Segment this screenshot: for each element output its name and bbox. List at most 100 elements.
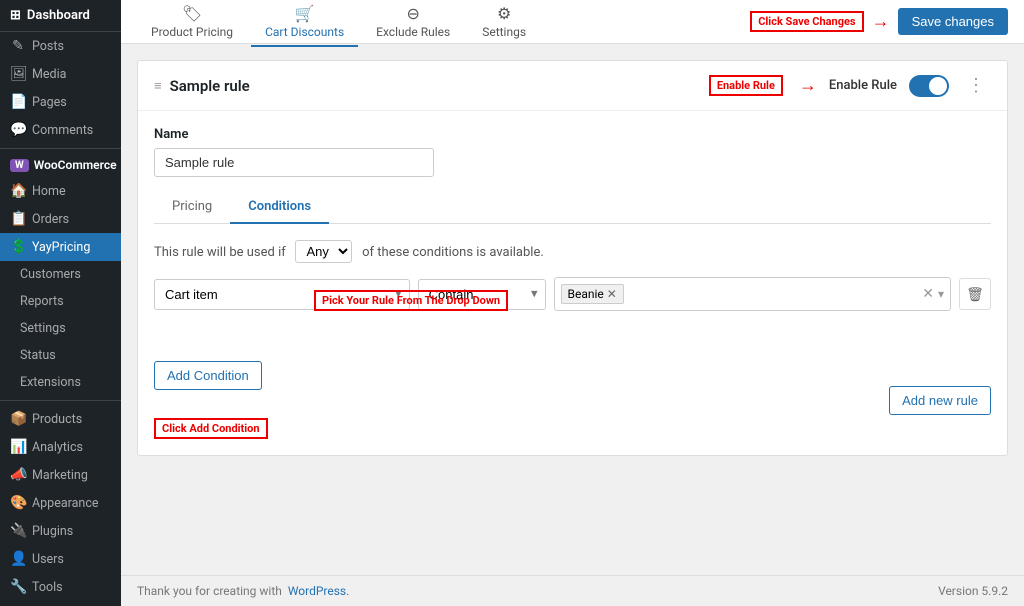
tab-conditions[interactable]: Conditions <box>230 191 329 224</box>
sidebar-item-plugins[interactable]: 🔌 Plugins <box>0 517 121 545</box>
woo-badge: W <box>10 159 29 172</box>
tag-remove-icon[interactable]: ✕ <box>607 287 617 301</box>
version-label: Version 5.9.2 <box>938 584 1008 598</box>
tag-clear-icon[interactable]: ✕ <box>922 286 934 302</box>
name-label: Name <box>154 127 991 142</box>
sidebar-item-label: Analytics <box>32 440 83 455</box>
sidebar-item-settings[interactable]: ⚙ Settings <box>0 601 121 606</box>
add-condition-button[interactable]: Add Condition <box>154 361 262 390</box>
sidebar-item-products[interactable]: 📦 Products <box>0 405 121 433</box>
sidebar-item-label: Settings <box>20 321 66 336</box>
tab-label: Settings <box>482 25 526 39</box>
top-navigation: 🏷 Product Pricing 🛒 Cart Discounts ⊖ Exc… <box>121 0 1024 44</box>
woocommerce-brand[interactable]: W WooCommerce <box>0 153 121 177</box>
rule-card-header: ≡ Sample rule Enable Rule → Enable Rule … <box>138 61 1007 111</box>
marketing-icon: 📣 <box>10 467 26 483</box>
tab-pricing[interactable]: Pricing <box>154 191 230 224</box>
add-condition-annotation: Click Add Condition <box>154 418 268 439</box>
wordpress-link[interactable]: WordPress <box>288 584 346 598</box>
condition-type-select[interactable]: Cart item <box>154 279 410 310</box>
sidebar-item-media[interactable]: 🖼 Media <box>0 60 121 88</box>
sidebar-item-users[interactable]: 👤 Users <box>0 545 121 573</box>
sidebar-item-label: Customers <box>20 267 81 282</box>
products-icon: 📦 <box>10 411 26 427</box>
enable-rule-label: Enable Rule <box>829 78 897 93</box>
content-area: ≡ Sample rule Enable Rule → Enable Rule … <box>121 44 1024 575</box>
comments-icon: 💬 <box>10 122 26 138</box>
inner-tabs: Pricing Conditions <box>154 191 991 224</box>
tab-product-pricing[interactable]: 🏷 Product Pricing <box>137 0 247 47</box>
sidebar-item-label: Reports <box>20 294 64 309</box>
sidebar-item-label: Home <box>32 184 66 199</box>
tab-cart-discounts[interactable]: 🛒 Cart Discounts <box>251 0 358 47</box>
sidebar-item-marketing[interactable]: 📣 Marketing <box>0 461 121 489</box>
tag-dropdown-icon[interactable]: ▾ <box>938 287 944 301</box>
tab-label: Cart Discounts <box>265 25 344 39</box>
trash-icon: 🗑 <box>966 286 984 303</box>
conditions-intro: This rule will be used if Any of these c… <box>154 240 991 263</box>
cart-discounts-icon: 🛒 <box>295 4 315 23</box>
sidebar-item-comments[interactable]: 💬 Comments <box>0 116 121 144</box>
sidebar-item-home[interactable]: 🏠 Home <box>0 177 121 205</box>
woocommerce-label: WooCommerce <box>34 158 117 172</box>
tab-settings[interactable]: ⚙ Settings <box>468 0 540 47</box>
more-options-icon[interactable]: ⋮ <box>961 73 991 98</box>
sidebar-item-label: Media <box>32 67 66 82</box>
condition-type-wrapper: Cart item <box>154 279 410 310</box>
yay-icon: 💲 <box>10 239 26 255</box>
sidebar-item-customers[interactable]: Customers <box>0 261 121 288</box>
sidebar-item-label: Products <box>32 412 82 427</box>
rule-card-body: Name Pricing Conditions This rule will b… <box>138 111 1007 455</box>
sidebar-item-settings-woo[interactable]: Settings <box>0 315 121 342</box>
sidebar-item-label: Extensions <box>20 375 81 390</box>
condition-operator-select[interactable]: Contain <box>418 279 546 310</box>
sidebar-item-label: Marketing <box>32 468 88 483</box>
condition-tag: Beanie ✕ <box>561 284 624 304</box>
sidebar-item-status[interactable]: Status <box>0 342 121 369</box>
rule-title: Sample rule <box>170 77 250 95</box>
settings-tab-icon: ⚙ <box>497 4 511 23</box>
sidebar-item-reports[interactable]: Reports <box>0 288 121 315</box>
enable-arrow: → <box>799 75 817 96</box>
sidebar-item-analytics[interactable]: 📊 Analytics <box>0 433 121 461</box>
sidebar-item-tools[interactable]: 🔧 Tools <box>0 573 121 601</box>
sidebar-item-pages[interactable]: 📄 Pages <box>0 88 121 116</box>
conditions-footer: Add Condition Click Add Condition Add ne… <box>154 361 991 439</box>
sidebar-item-label: Orders <box>32 212 69 227</box>
sidebar-item-yaypricing[interactable]: 💲 YayPricing <box>0 233 121 261</box>
save-annotation-arrow: → <box>872 11 890 32</box>
any-select[interactable]: Any <box>295 240 352 263</box>
product-pricing-icon: 🏷 <box>182 4 202 23</box>
sidebar-item-label: Comments <box>32 123 93 138</box>
sidebar-logo[interactable]: ⊞ Dashboard <box>0 0 121 32</box>
posts-icon: ✎ <box>10 38 26 54</box>
condition-value-input[interactable]: Beanie ✕ ✕ ▾ <box>554 277 952 311</box>
drag-handle-icon[interactable]: ≡ <box>154 78 162 94</box>
footer-text: Thank you for creating with WordPress. <box>137 584 349 598</box>
delete-condition-button[interactable]: 🗑 <box>959 278 991 310</box>
sidebar-item-label: Users <box>32 552 64 567</box>
save-changes-button[interactable]: Save changes <box>898 8 1008 35</box>
condition-operator-wrapper: Contain <box>418 279 546 310</box>
analytics-icon: 📊 <box>10 439 26 455</box>
tab-label: Exclude Rules <box>376 25 450 39</box>
sidebar-item-appearance[interactable]: 🎨 Appearance <box>0 489 121 517</box>
users-icon: 👤 <box>10 551 26 567</box>
exclude-rules-icon: ⊖ <box>406 4 419 23</box>
sidebar-item-posts[interactable]: ✎ Posts <box>0 32 121 60</box>
tab-exclude-rules[interactable]: ⊖ Exclude Rules <box>362 0 464 47</box>
add-new-rule-button[interactable]: Add new rule <box>889 386 991 415</box>
sidebar-item-label: Status <box>20 348 56 363</box>
rule-card: ≡ Sample rule Enable Rule → Enable Rule … <box>137 60 1008 456</box>
sidebar-item-orders[interactable]: 📋 Orders <box>0 205 121 233</box>
home-icon: 🏠 <box>10 183 26 199</box>
enable-rule-toggle[interactable] <box>909 75 949 97</box>
sidebar-item-label: Posts <box>32 39 64 54</box>
intro-prefix: This rule will be used if <box>154 245 286 260</box>
sidebar-item-extensions[interactable]: Extensions <box>0 369 121 396</box>
intro-suffix: of these conditions is available. <box>362 245 544 260</box>
add-condition-area: Add Condition Click Add Condition <box>154 361 268 439</box>
dashboard-label: Dashboard <box>27 8 90 23</box>
save-annotation-box: Click Save Changes <box>750 11 863 32</box>
rule-name-input[interactable] <box>154 148 434 177</box>
